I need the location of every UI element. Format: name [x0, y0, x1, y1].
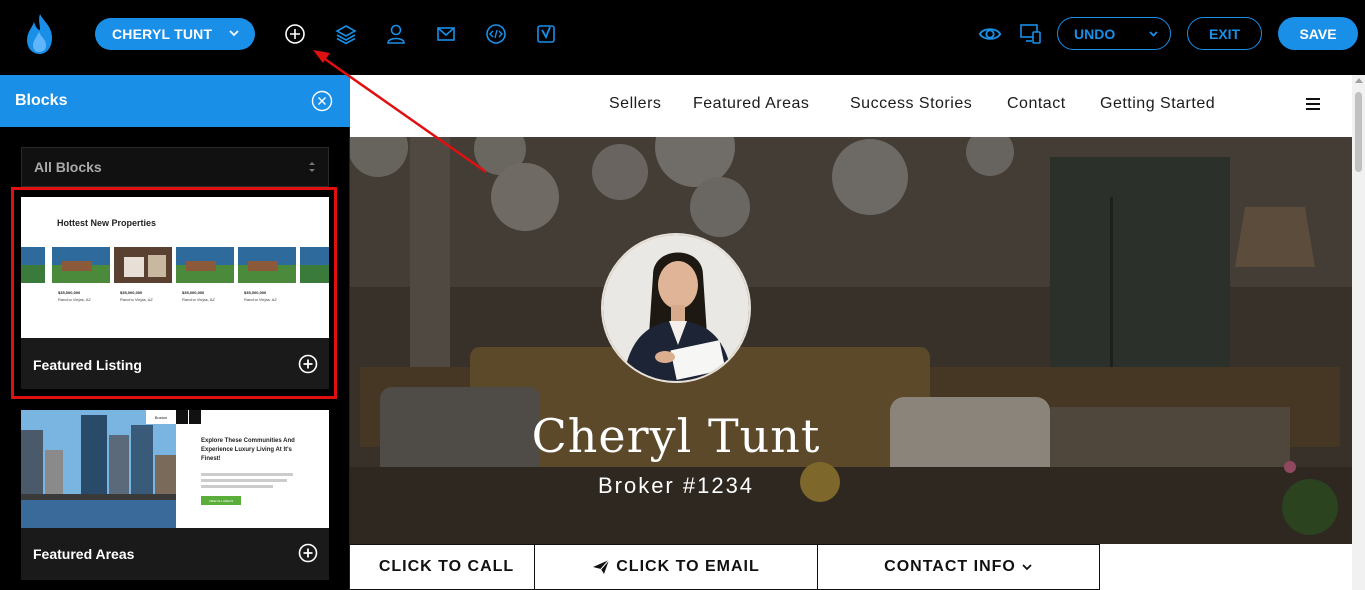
click-to-call-label: CLICK TO CALL: [378, 558, 515, 575]
blocks-filter-select[interactable]: All Blocks: [21, 147, 329, 187]
editor-root: CHERYL TUNT UNDO EXIT SAVE Sellers Featu…: [0, 0, 1365, 590]
thumb-heading: Explore These Communities And Experience…: [201, 438, 295, 462]
close-icon[interactable]: [311, 90, 333, 112]
hero-section: Cheryl Tunt Broker #1234: [350, 137, 1352, 544]
save-button[interactable]: SAVE: [1278, 17, 1358, 50]
thumb-text-line: [201, 485, 273, 488]
code-button[interactable]: [484, 22, 508, 46]
exit-button[interactable]: EXIT: [1187, 17, 1262, 50]
site-selector-dropdown[interactable]: CHERYL TUNT: [95, 18, 255, 50]
nav-item-success-stories[interactable]: Success Stories: [850, 95, 972, 113]
thumb-city-photo: [21, 410, 176, 528]
select-arrows-icon: [309, 162, 315, 172]
click-to-email-button[interactable]: CLICK TO EMAIL: [534, 544, 818, 590]
mail-icon: [437, 27, 455, 41]
thumb-view-all-button: VIEW ALL AREAS: [201, 496, 241, 505]
agent-avatar: [601, 233, 751, 383]
blocks-filter-value: All Blocks: [34, 159, 102, 175]
chevron-down-icon: [229, 30, 239, 37]
responsive-view-button[interactable]: [1019, 22, 1043, 46]
block-card-featured-areas[interactable]: Boston Explore These Communities And Exp…: [21, 410, 329, 580]
editor-toolbar: CHERYL TUNT UNDO EXIT SAVE: [0, 0, 1365, 70]
add-circle-icon: [285, 24, 305, 44]
paper-plane-icon: [593, 559, 610, 574]
thumb-area-tab: Boston: [146, 410, 176, 424]
nav-item-sellers[interactable]: Sellers: [609, 95, 661, 113]
contact-info-button[interactable]: CONTACT INFO: [817, 544, 1100, 590]
preview-button[interactable]: [978, 22, 1002, 46]
eye-icon: [978, 28, 1002, 40]
undo-label: UNDO: [1074, 25, 1116, 42]
hero-agent-license: Broker #1234: [597, 473, 755, 498]
add-circle-icon[interactable]: [298, 543, 318, 563]
click-to-call-button[interactable]: CLICK TO CALL: [350, 544, 535, 590]
code-icon: [486, 24, 506, 44]
block-card-label: Featured Areas: [33, 546, 135, 562]
site-navigation: Sellers Featured Areas Success Stories C…: [350, 75, 1352, 137]
preview-scrollbar[interactable]: [1352, 75, 1365, 590]
nav-item-contact[interactable]: Contact: [1007, 95, 1066, 113]
mail-button[interactable]: [434, 22, 458, 46]
hamburger-menu-icon[interactable]: [1306, 98, 1320, 110]
highlight-box: [11, 187, 337, 399]
nav-item-featured-areas[interactable]: Featured Areas: [693, 95, 809, 113]
click-to-email-label: CLICK TO EMAIL: [616, 558, 760, 575]
thumb-text-line: [201, 479, 287, 482]
responsive-icon: [1020, 24, 1041, 44]
blocks-panel: Blocks All Blocks Hottest New Properties…: [0, 75, 350, 590]
user-icon: [387, 24, 405, 44]
add-block-button[interactable]: [283, 22, 307, 46]
blocks-panel-title: Blocks: [15, 92, 68, 109]
nav-item-getting-started[interactable]: Getting Started: [1100, 95, 1215, 113]
hero-agent-name: Cheryl Tunt: [531, 409, 821, 463]
thumb-text-line: [201, 473, 293, 476]
undo-dropdown[interactable]: UNDO: [1057, 17, 1171, 50]
page-preview: Sellers Featured Areas Success Stories C…: [350, 75, 1352, 590]
brand-logo-icon[interactable]: [22, 12, 58, 56]
chevron-down-icon: [1149, 31, 1158, 37]
scroll-up-icon[interactable]: [1355, 78, 1363, 83]
scrollbar-thumb[interactable]: [1355, 92, 1362, 172]
chevron-down-icon: [1022, 564, 1032, 571]
seo-button[interactable]: [534, 22, 558, 46]
blocks-panel-header: Blocks: [0, 75, 350, 127]
thumb-prev-arrow: [176, 410, 188, 424]
profile-button[interactable]: [384, 22, 408, 46]
yoast-icon: [537, 25, 555, 43]
thumb-next-arrow: [189, 410, 201, 424]
layers-button[interactable]: [334, 22, 358, 46]
site-selector-label: CHERYL TUNT: [112, 26, 213, 42]
layers-icon: [335, 25, 357, 45]
contact-info-label: CONTACT INFO: [884, 558, 1016, 575]
featured-areas-thumbnail: Boston Explore These Communities And Exp…: [21, 410, 329, 528]
